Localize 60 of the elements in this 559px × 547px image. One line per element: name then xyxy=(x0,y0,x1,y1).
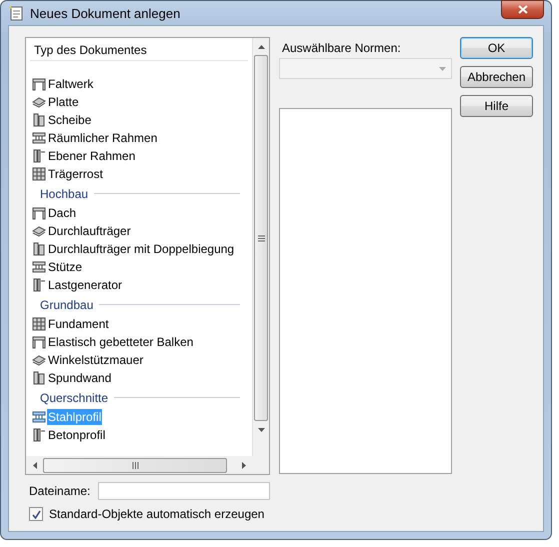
column-icon xyxy=(32,149,46,163)
filename-field[interactable] xyxy=(98,482,270,500)
field-label: Auswählbare Normen: xyxy=(282,40,401,54)
down-arrow-icon xyxy=(258,428,264,432)
document-icon xyxy=(8,5,24,21)
list-item[interactable]: Scheibe xyxy=(47,112,92,128)
dialog-button[interactable]: Hilfe xyxy=(460,95,533,117)
grip-icon xyxy=(132,462,138,468)
beam-icon xyxy=(32,131,46,145)
left-arrow-icon xyxy=(32,462,36,468)
list-item[interactable]: Spundwand xyxy=(47,370,112,386)
list-item[interactable]: Faltwerk xyxy=(47,76,94,92)
list-item[interactable]: Fundament xyxy=(47,316,110,332)
list-item[interactable]: Durchlaufträger mit Doppelbiegung xyxy=(47,241,236,257)
list-item[interactable]: Dach xyxy=(47,205,78,221)
list-item[interactable]: Stütze xyxy=(47,259,84,275)
frame-icon xyxy=(32,335,46,349)
window-title: Neues Dokument anlegen xyxy=(30,6,182,20)
list-item[interactable]: Trägerrost xyxy=(47,166,104,182)
field-label: Dateiname: xyxy=(29,484,90,498)
group-heading: Grundbau xyxy=(40,298,94,312)
group-heading: Hochbau xyxy=(40,186,88,200)
list-item[interactable]: Platte xyxy=(47,94,80,110)
grid-icon xyxy=(32,167,46,181)
caret-icon xyxy=(439,66,446,70)
checkbox[interactable] xyxy=(29,507,43,521)
beam-icon xyxy=(32,260,46,274)
up-arrow-icon xyxy=(258,44,264,48)
beam-icon xyxy=(32,410,46,424)
check-icon xyxy=(32,510,40,518)
list-item[interactable]: Betonprofil xyxy=(47,427,106,443)
dialog-button[interactable]: OK xyxy=(460,37,533,59)
grid-icon xyxy=(32,317,46,331)
list-item[interactable]: Durchlaufträger xyxy=(47,223,132,239)
list-item[interactable]: Elastisch gebetteter Balken xyxy=(47,334,194,350)
close-button[interactable] xyxy=(501,0,544,18)
column-icon xyxy=(32,428,46,442)
checkbox-label: Standard-Objekte automatisch erzeugen xyxy=(49,507,264,521)
list-item[interactable]: Räumlicher Rahmen xyxy=(47,130,158,146)
frame-icon xyxy=(32,206,46,220)
wall-icon xyxy=(32,242,46,256)
vertical-scrollbar[interactable] xyxy=(252,38,269,456)
slab-icon xyxy=(32,95,46,109)
wall-icon xyxy=(32,113,46,127)
list-item[interactable]: Ebener Rahmen xyxy=(47,148,136,164)
close-icon xyxy=(518,4,528,14)
right-arrow-icon xyxy=(242,462,246,468)
frame-icon xyxy=(32,77,46,91)
document-type-list[interactable] xyxy=(25,37,270,475)
slab-icon xyxy=(32,353,46,367)
horizontal-scrollbar[interactable] xyxy=(26,456,252,474)
list-item[interactable]: Winkelstützmauer xyxy=(47,352,144,368)
slab-icon xyxy=(32,224,46,238)
list-header: Typ des Dokumentes xyxy=(34,43,147,57)
list-item[interactable]: Lastgenerator xyxy=(47,277,124,293)
column-icon xyxy=(32,278,46,292)
grip-icon xyxy=(258,234,264,242)
dialog-button[interactable]: Abbrechen xyxy=(460,66,533,88)
group-heading: Querschnitte xyxy=(40,390,108,404)
wall-icon xyxy=(32,371,46,385)
